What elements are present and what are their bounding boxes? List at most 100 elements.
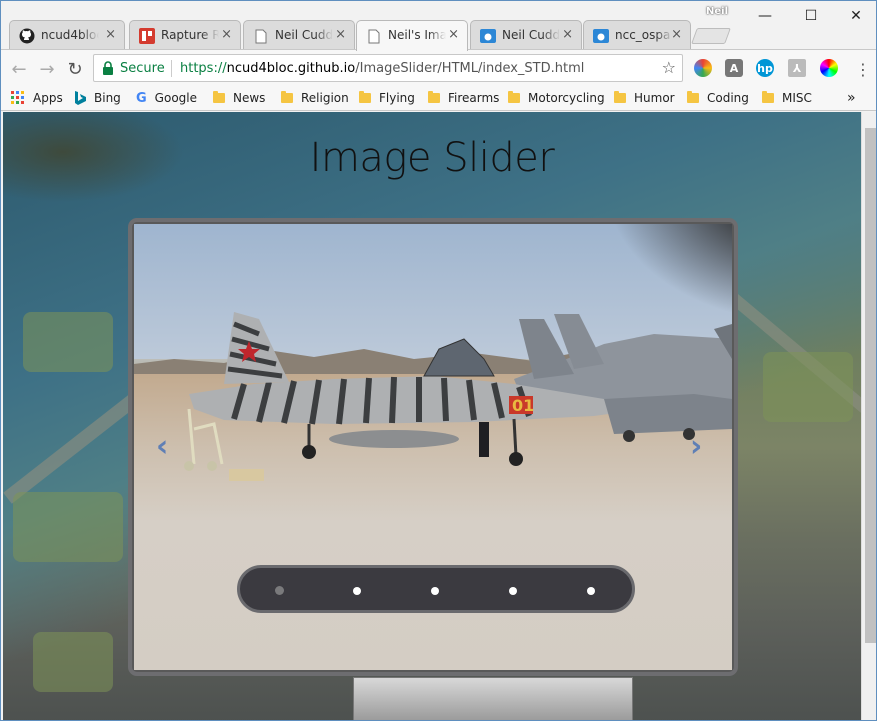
url-domain: ncud4bloc.github.io xyxy=(226,61,356,76)
bookmark-label: Bing xyxy=(94,91,121,105)
profile-name[interactable]: Neil xyxy=(706,6,728,17)
tab-title: ncc_ospa xyxy=(615,28,671,42)
tab-github[interactable]: ncud4bloc × xyxy=(9,20,125,50)
slider-dot-2[interactable] xyxy=(353,587,361,595)
forward-button[interactable]: → xyxy=(36,58,58,80)
slider-prev-button[interactable]: ‹ xyxy=(156,432,168,462)
background-terminal-building xyxy=(353,677,633,720)
slider-next-button[interactable]: › xyxy=(690,432,702,462)
color-picker-icon[interactable] xyxy=(820,59,838,77)
bookmark-folder-coding[interactable]: Coding xyxy=(687,89,749,107)
url-path: /ImageSlider/HTML/index_STD.html xyxy=(355,61,585,76)
kebab-menu-icon: ⋮ xyxy=(855,59,871,79)
github-icon xyxy=(19,28,35,44)
bookmark-google[interactable]: G Google xyxy=(136,89,197,107)
tab-close-icon[interactable]: × xyxy=(448,27,459,43)
reload-icon: ↻ xyxy=(67,58,83,80)
slider-dot-3[interactable] xyxy=(431,587,439,595)
maximize-button[interactable]: ☐ xyxy=(788,1,834,31)
bing-icon xyxy=(75,91,86,105)
background-grass xyxy=(13,492,123,562)
tab-ncc-ospa[interactable]: ncc_ospa × xyxy=(583,20,691,50)
bookmark-folder-religion[interactable]: Religion xyxy=(281,89,349,107)
bookmark-star-icon[interactable]: ☆ xyxy=(662,58,676,77)
background-grass xyxy=(23,312,113,372)
menu-button[interactable]: ⋮ xyxy=(852,58,874,80)
folder-icon xyxy=(213,91,225,103)
chrome-extension-icon[interactable] xyxy=(694,59,712,77)
bookmark-bing[interactable]: Bing xyxy=(74,89,121,107)
bookmark-label: Coding xyxy=(707,91,749,105)
bookmark-folder-motorcycling[interactable]: Motorcycling xyxy=(508,89,605,107)
tab-close-icon[interactable]: × xyxy=(562,27,573,43)
bookmark-label: Apps xyxy=(33,91,63,105)
bookmark-folder-firearms[interactable]: Firearms xyxy=(428,89,499,107)
scrollbar-thumb[interactable] xyxy=(865,128,876,643)
omnibox-divider xyxy=(171,60,172,77)
image-slider[interactable]: 01 ‹ › xyxy=(128,218,738,676)
bookmark-folder-misc[interactable]: MISC xyxy=(762,89,812,107)
folder-icon xyxy=(687,91,699,103)
shield-extension-icon[interactable]: A xyxy=(725,59,743,77)
tab-title: Rapture R xyxy=(161,28,219,42)
page-title: Image Slider xyxy=(309,135,555,181)
hp-icon[interactable]: hp xyxy=(756,59,774,77)
rapture-icon xyxy=(139,28,155,44)
reload-button[interactable]: ↻ xyxy=(64,58,86,80)
page-scrollbar[interactable] xyxy=(861,112,876,720)
page-icon xyxy=(253,28,269,44)
bookmark-apps[interactable]: Apps xyxy=(11,89,63,107)
folder-icon xyxy=(281,91,293,103)
minimize-icon: — xyxy=(758,8,772,24)
back-button[interactable]: ← xyxy=(8,58,30,80)
new-tab-button[interactable] xyxy=(691,28,731,44)
forward-arrow-icon: → xyxy=(39,58,55,80)
bookmark-label: Motorcycling xyxy=(528,91,605,105)
cloud-icon xyxy=(593,28,609,44)
folder-icon xyxy=(508,91,520,103)
close-window-button[interactable]: ✕ xyxy=(833,1,876,31)
tab-neil-cudd-cloud[interactable]: Neil Cudd × xyxy=(470,20,582,50)
bookmark-folder-humor[interactable]: Humor xyxy=(614,89,675,107)
tab-title: Neil Cudd xyxy=(275,28,333,42)
slider-dot-1[interactable] xyxy=(275,586,284,595)
folder-icon xyxy=(762,91,774,103)
minimize-button[interactable]: — xyxy=(742,1,788,31)
chevron-right-icon: » xyxy=(847,90,856,106)
bookmark-label: Flying xyxy=(379,91,415,105)
browser-window: ncud4bloc × Rapture R × Neil Cudd × Neil… xyxy=(0,0,877,721)
close-icon: ✕ xyxy=(850,8,862,24)
slide-image: 01 ‹ › xyxy=(134,224,732,670)
tab-close-icon[interactable]: × xyxy=(335,27,346,43)
tab-close-icon[interactable]: × xyxy=(671,27,682,43)
page-viewport: Image Slider 01 ‹ › xyxy=(3,112,861,720)
bookmark-label: Religion xyxy=(301,91,349,105)
bookmark-folder-flying[interactable]: Flying xyxy=(359,89,415,107)
bookmark-label: Humor xyxy=(634,91,675,105)
cloud-icon xyxy=(480,28,496,44)
slider-dot-5[interactable] xyxy=(587,587,595,595)
bookmark-folder-news[interactable]: News xyxy=(213,89,265,107)
pdf-icon[interactable]: ⅄ xyxy=(788,59,806,77)
bookmark-label: MISC xyxy=(782,91,812,105)
tab-rapture[interactable]: Rapture R × xyxy=(129,20,241,50)
tab-close-icon[interactable]: × xyxy=(221,27,232,43)
tab-close-icon[interactable]: × xyxy=(105,27,116,43)
tab-neil-cudd[interactable]: Neil Cudd × xyxy=(243,20,355,50)
folder-icon xyxy=(614,91,626,103)
bookmark-label: News xyxy=(233,91,266,105)
bookmark-label: Google xyxy=(154,91,197,105)
slider-pagination xyxy=(237,565,635,613)
google-icon: G xyxy=(136,90,147,106)
bookmarks-bar: Apps Bing G Google News Religion Flying … xyxy=(1,85,876,111)
slider-dot-4[interactable] xyxy=(509,587,517,595)
maximize-icon: ☐ xyxy=(804,8,818,24)
bookmarks-overflow-button[interactable]: » xyxy=(847,89,856,107)
url-text[interactable]: https://ncud4bloc.github.io/ImageSlider/… xyxy=(180,61,584,76)
background-grass xyxy=(33,632,113,692)
tab-image-slider[interactable]: Neil's Ima × xyxy=(356,20,468,51)
svg-text:01: 01 xyxy=(512,396,534,415)
url-scheme: https:// xyxy=(180,61,227,76)
address-bar[interactable]: Secure https://ncud4bloc.github.io/Image… xyxy=(93,54,683,82)
slide-vignette xyxy=(604,224,732,324)
